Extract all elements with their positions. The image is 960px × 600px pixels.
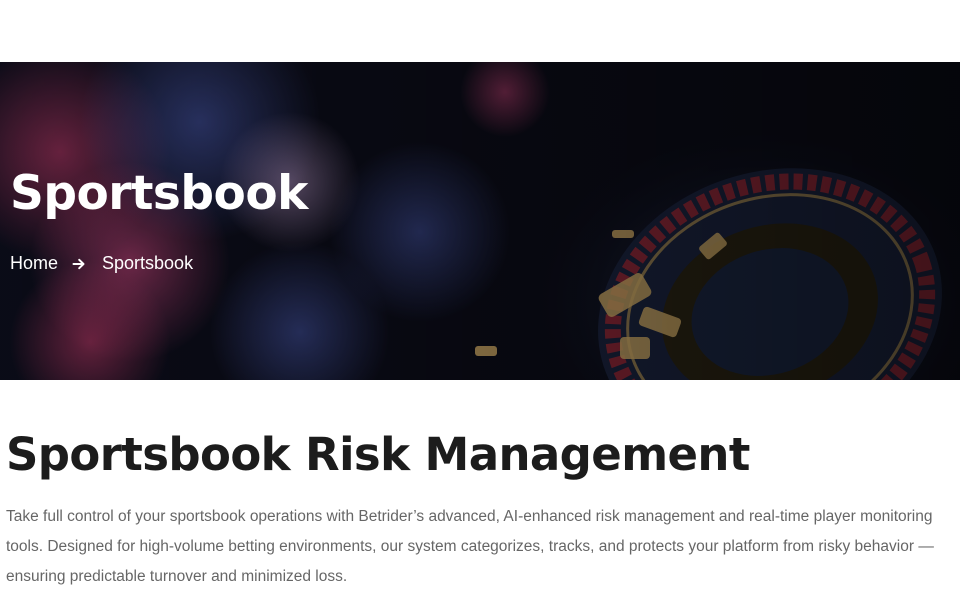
- arrow-right-icon: [72, 257, 86, 271]
- top-header: [0, 0, 960, 62]
- page-title: Sportsbook: [10, 166, 308, 221]
- section-heading: Sportsbook Risk Management: [6, 428, 750, 481]
- breadcrumb: Home Sportsbook: [10, 253, 193, 274]
- hero-banner: Sportsbook Home Sportsbook: [0, 62, 960, 380]
- breadcrumb-home-link[interactable]: Home: [10, 253, 58, 274]
- breadcrumb-current: Sportsbook: [102, 253, 194, 273]
- hero-background-image: [0, 62, 960, 380]
- section-description: Take full control of your sportsbook ope…: [6, 508, 934, 585]
